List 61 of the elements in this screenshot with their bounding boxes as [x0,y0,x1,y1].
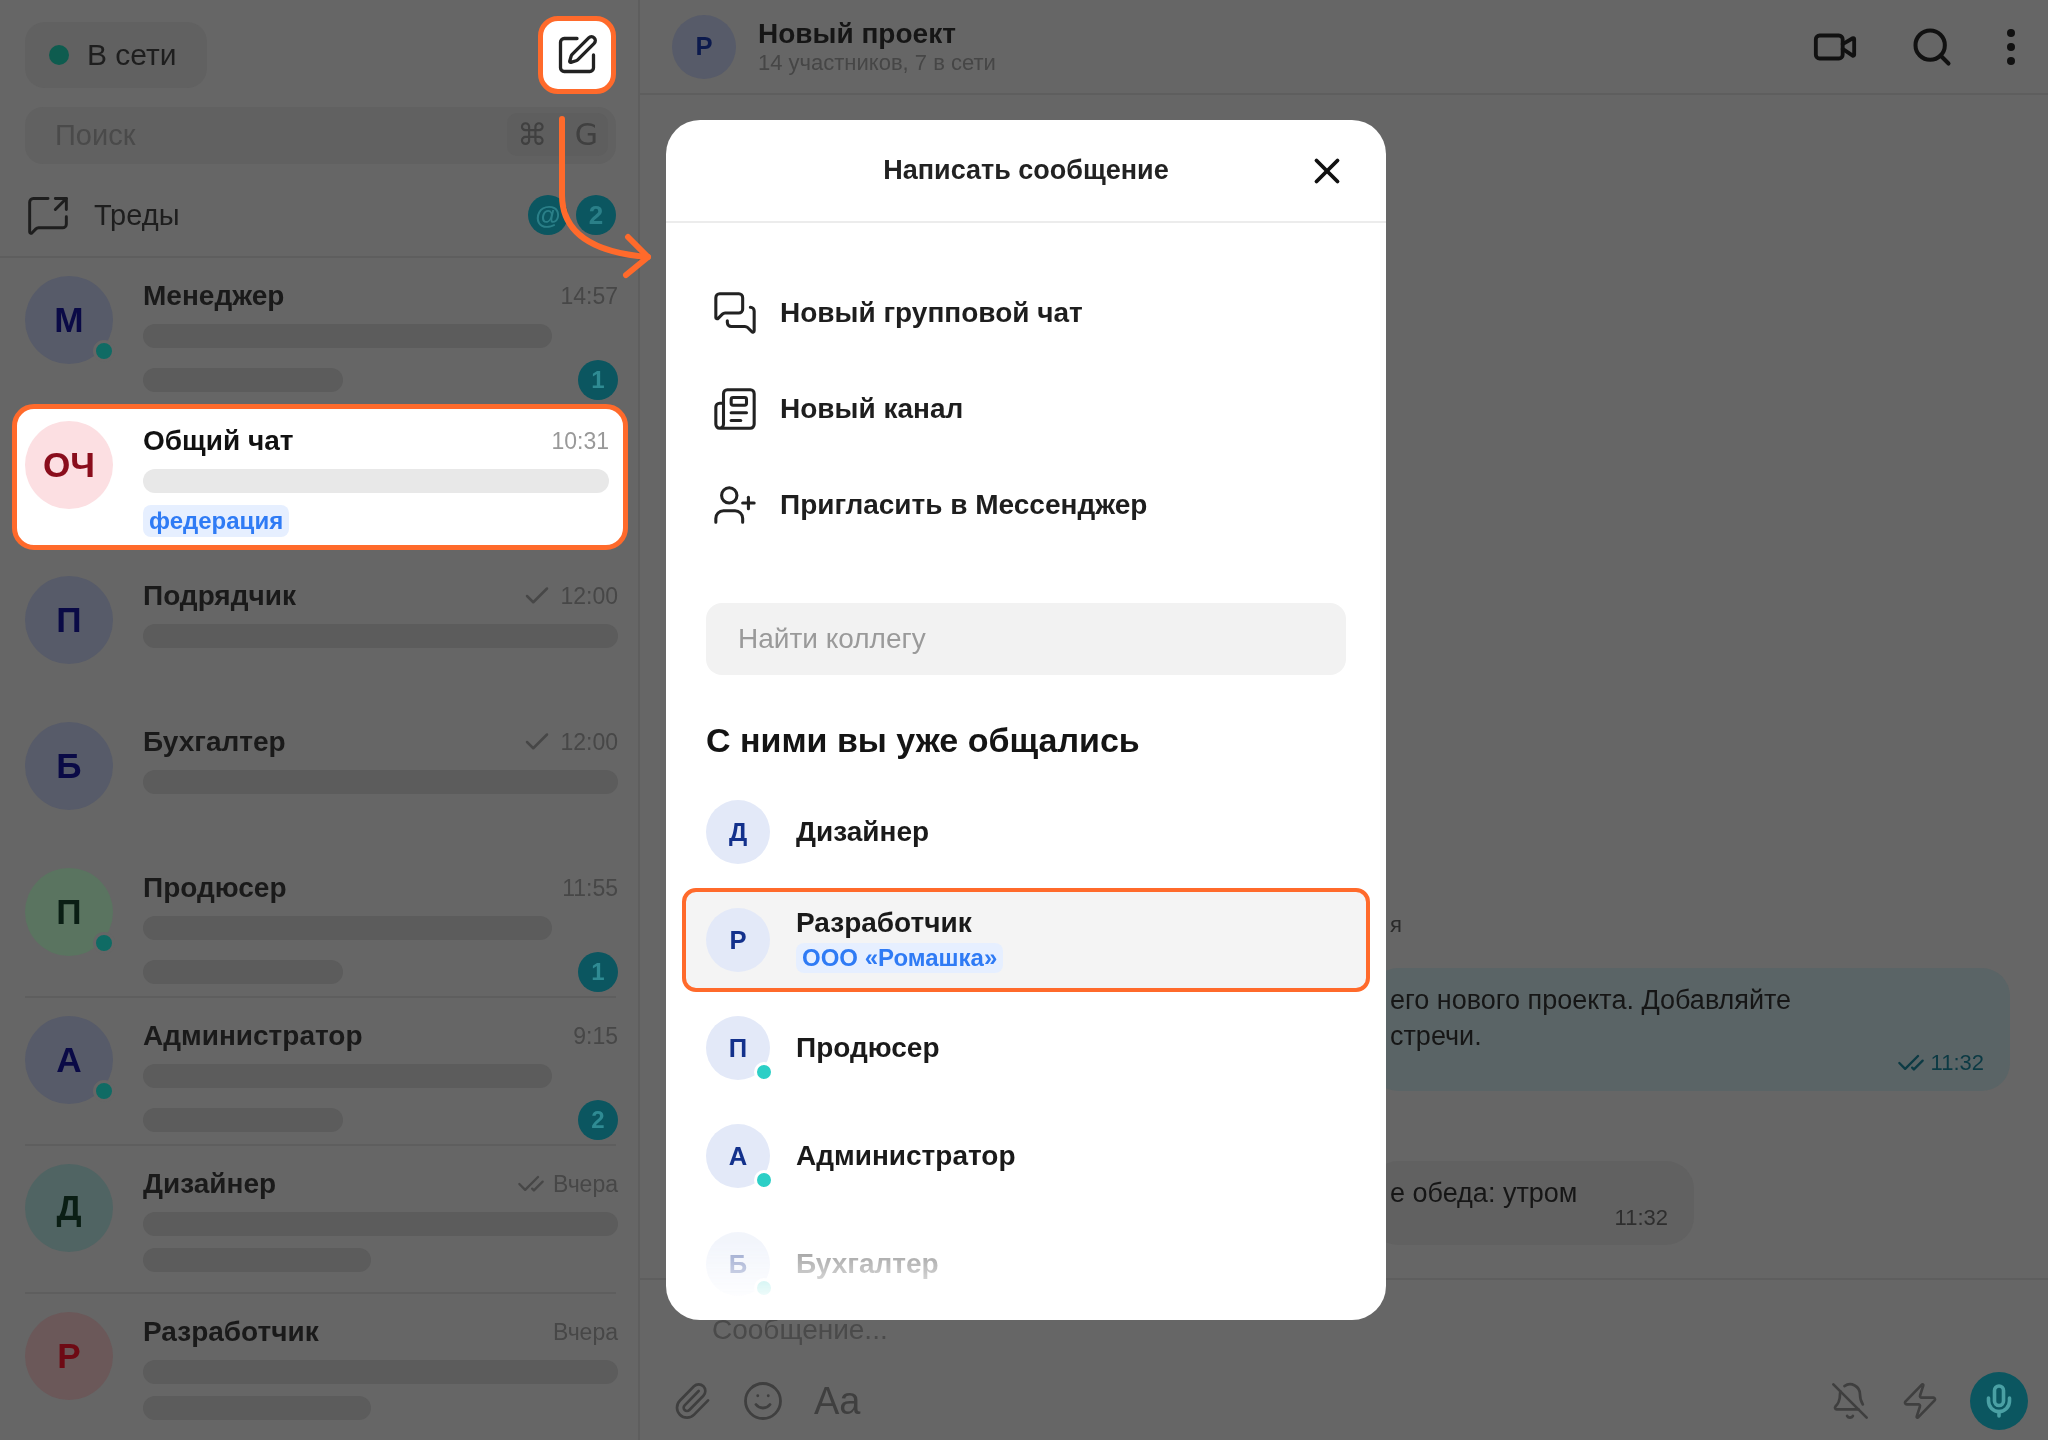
avatar: Д [25,1164,113,1253]
contact-item[interactable]: Р Разработчик ООО «Ромашка» [682,888,1370,992]
chat-name: Менеджер [143,280,285,313]
chat-avatar: Р [672,14,736,79]
date-label: я [1390,911,1402,938]
message-text: стречи. [1390,1020,1483,1054]
avatar: А [706,1124,770,1188]
avatar: П [25,868,113,957]
chat-name: Бухгалтер [143,726,286,759]
section-heading: С ними вы уже общались [706,721,1141,760]
chat-title: Новый проект [758,17,957,50]
message-text: е обеда: утром [1390,1176,1579,1210]
contact-name: Продюсер [796,1032,940,1064]
menu-item[interactable]: Новый групповой чат [666,265,1386,361]
chat-bubbles-icon [712,290,758,336]
chat-name: Общий чат [143,425,294,458]
document-icon [712,386,758,432]
threads-label[interactable]: Треды [94,198,504,232]
avatar: ОЧ [25,421,113,510]
chat-name: Продюсер [143,872,287,905]
contact-item[interactable]: А Администратор [684,1102,1368,1210]
contact-name: Администратор [796,1140,1016,1172]
avatar: Р [25,1312,113,1400]
chat-time: 10:31 [551,427,609,455]
chat-name: Дизайнер [143,1168,277,1201]
message-time: 11:32 [1930,1049,1984,1076]
avatar: А [25,1016,113,1105]
emoji-button[interactable] [742,1380,784,1422]
more-icon [2006,27,2016,66]
count-badge: @ [528,195,568,236]
menu-item[interactable]: Новый канал [666,361,1386,457]
smiley-icon [742,1380,784,1422]
chat-name: Разработчик [143,1316,319,1348]
chat-item-card[interactable]: ОЧ Общий чат 10:31 федерация [12,404,628,551]
dialog-title: Написать сообщение [883,155,1169,186]
contact-name: Разработчик [796,907,973,939]
contact-name: Дизайнер [796,816,930,848]
more-button[interactable] [2006,27,2016,66]
contact-item[interactable]: Б Бухгалтер [684,1210,1368,1318]
avatar: П [706,1016,770,1080]
contact-item[interactable]: Д Дизайнер [684,778,1368,886]
message-text: его нового проекта. Добавляйте [1390,983,1793,1017]
avatar: Д [706,800,770,864]
mute-button[interactable] [1830,1381,1870,1421]
chat-name: Администратор [143,1020,363,1053]
chat-name: Подрядчик [143,580,296,613]
chat-tag: федерация [143,505,290,538]
avatar: М [25,276,113,365]
contact-item[interactable]: П Продюсер [684,994,1368,1102]
compose-button[interactable] [538,16,616,95]
contact-name: Бухгалтер [796,1248,939,1280]
avatar: Р [706,908,770,972]
avatar: П [25,576,113,665]
avatar: Б [25,722,113,811]
status-button[interactable]: В сети [25,22,207,89]
microphone-button[interactable] [1970,1372,2028,1430]
bell-off-icon [1830,1381,1870,1421]
menu-item[interactable]: Пригласить в Мессенджер [666,457,1386,553]
avatar: Б [706,1232,770,1296]
organization-tag: ООО «Ромашка» [796,943,1004,973]
search-field[interactable]: Найти коллегу [706,603,1346,675]
